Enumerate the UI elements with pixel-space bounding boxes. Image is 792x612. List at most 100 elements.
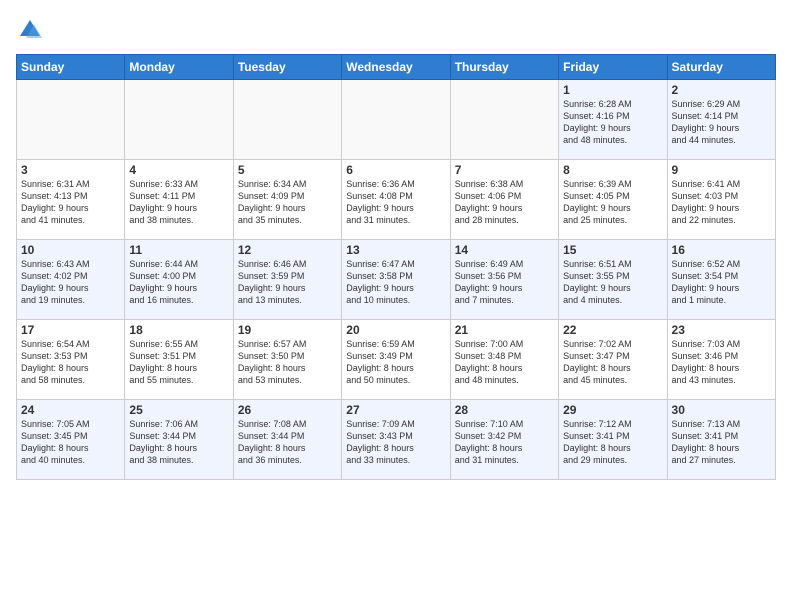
page-container: SundayMondayTuesdayWednesdayThursdayFrid… (0, 0, 792, 488)
day-number: 25 (129, 403, 228, 417)
column-header-saturday: Saturday (667, 55, 775, 80)
calendar-cell: 4Sunrise: 6:33 AM Sunset: 4:11 PM Daylig… (125, 160, 233, 240)
day-info: Sunrise: 6:44 AM Sunset: 4:00 PM Dayligh… (129, 258, 228, 307)
column-header-wednesday: Wednesday (342, 55, 450, 80)
column-header-friday: Friday (559, 55, 667, 80)
day-info: Sunrise: 6:55 AM Sunset: 3:51 PM Dayligh… (129, 338, 228, 387)
day-number: 26 (238, 403, 337, 417)
calendar-cell: 18Sunrise: 6:55 AM Sunset: 3:51 PM Dayli… (125, 320, 233, 400)
calendar-week-row: 3Sunrise: 6:31 AM Sunset: 4:13 PM Daylig… (17, 160, 776, 240)
day-number: 9 (672, 163, 771, 177)
calendar-cell: 26Sunrise: 7:08 AM Sunset: 3:44 PM Dayli… (233, 400, 341, 480)
day-info: Sunrise: 6:52 AM Sunset: 3:54 PM Dayligh… (672, 258, 771, 307)
calendar-cell: 13Sunrise: 6:47 AM Sunset: 3:58 PM Dayli… (342, 240, 450, 320)
day-info: Sunrise: 7:05 AM Sunset: 3:45 PM Dayligh… (21, 418, 120, 467)
day-info: Sunrise: 6:39 AM Sunset: 4:05 PM Dayligh… (563, 178, 662, 227)
calendar-cell (233, 80, 341, 160)
calendar-cell (450, 80, 558, 160)
day-info: Sunrise: 6:46 AM Sunset: 3:59 PM Dayligh… (238, 258, 337, 307)
day-info: Sunrise: 6:31 AM Sunset: 4:13 PM Dayligh… (21, 178, 120, 227)
day-number: 27 (346, 403, 445, 417)
day-info: Sunrise: 7:12 AM Sunset: 3:41 PM Dayligh… (563, 418, 662, 467)
calendar-week-row: 10Sunrise: 6:43 AM Sunset: 4:02 PM Dayli… (17, 240, 776, 320)
day-number: 4 (129, 163, 228, 177)
calendar-cell: 5Sunrise: 6:34 AM Sunset: 4:09 PM Daylig… (233, 160, 341, 240)
day-number: 16 (672, 243, 771, 257)
calendar-cell: 23Sunrise: 7:03 AM Sunset: 3:46 PM Dayli… (667, 320, 775, 400)
calendar-cell: 11Sunrise: 6:44 AM Sunset: 4:00 PM Dayli… (125, 240, 233, 320)
day-info: Sunrise: 7:10 AM Sunset: 3:42 PM Dayligh… (455, 418, 554, 467)
calendar-cell: 28Sunrise: 7:10 AM Sunset: 3:42 PM Dayli… (450, 400, 558, 480)
calendar-week-row: 17Sunrise: 6:54 AM Sunset: 3:53 PM Dayli… (17, 320, 776, 400)
day-number: 3 (21, 163, 120, 177)
day-number: 17 (21, 323, 120, 337)
calendar-cell: 10Sunrise: 6:43 AM Sunset: 4:02 PM Dayli… (17, 240, 125, 320)
calendar-cell: 24Sunrise: 7:05 AM Sunset: 3:45 PM Dayli… (17, 400, 125, 480)
day-number: 6 (346, 163, 445, 177)
day-number: 23 (672, 323, 771, 337)
day-number: 24 (21, 403, 120, 417)
calendar-cell: 25Sunrise: 7:06 AM Sunset: 3:44 PM Dayli… (125, 400, 233, 480)
calendar-cell: 7Sunrise: 6:38 AM Sunset: 4:06 PM Daylig… (450, 160, 558, 240)
calendar-cell: 16Sunrise: 6:52 AM Sunset: 3:54 PM Dayli… (667, 240, 775, 320)
day-info: Sunrise: 6:54 AM Sunset: 3:53 PM Dayligh… (21, 338, 120, 387)
calendar-cell (125, 80, 233, 160)
calendar-cell: 15Sunrise: 6:51 AM Sunset: 3:55 PM Dayli… (559, 240, 667, 320)
calendar-week-row: 1Sunrise: 6:28 AM Sunset: 4:16 PM Daylig… (17, 80, 776, 160)
day-info: Sunrise: 6:59 AM Sunset: 3:49 PM Dayligh… (346, 338, 445, 387)
calendar-cell: 21Sunrise: 7:00 AM Sunset: 3:48 PM Dayli… (450, 320, 558, 400)
calendar-cell (17, 80, 125, 160)
day-info: Sunrise: 6:51 AM Sunset: 3:55 PM Dayligh… (563, 258, 662, 307)
day-number: 12 (238, 243, 337, 257)
calendar-cell: 30Sunrise: 7:13 AM Sunset: 3:41 PM Dayli… (667, 400, 775, 480)
day-number: 13 (346, 243, 445, 257)
day-info: Sunrise: 6:57 AM Sunset: 3:50 PM Dayligh… (238, 338, 337, 387)
day-number: 14 (455, 243, 554, 257)
day-number: 7 (455, 163, 554, 177)
day-info: Sunrise: 6:47 AM Sunset: 3:58 PM Dayligh… (346, 258, 445, 307)
column-header-sunday: Sunday (17, 55, 125, 80)
day-number: 5 (238, 163, 337, 177)
column-header-thursday: Thursday (450, 55, 558, 80)
day-number: 18 (129, 323, 228, 337)
day-info: Sunrise: 6:33 AM Sunset: 4:11 PM Dayligh… (129, 178, 228, 227)
day-info: Sunrise: 7:02 AM Sunset: 3:47 PM Dayligh… (563, 338, 662, 387)
day-info: Sunrise: 7:13 AM Sunset: 3:41 PM Dayligh… (672, 418, 771, 467)
day-info: Sunrise: 6:29 AM Sunset: 4:14 PM Dayligh… (672, 98, 771, 147)
calendar-cell (342, 80, 450, 160)
calendar-cell: 6Sunrise: 6:36 AM Sunset: 4:08 PM Daylig… (342, 160, 450, 240)
day-info: Sunrise: 6:49 AM Sunset: 3:56 PM Dayligh… (455, 258, 554, 307)
day-info: Sunrise: 7:08 AM Sunset: 3:44 PM Dayligh… (238, 418, 337, 467)
day-number: 11 (129, 243, 228, 257)
day-number: 1 (563, 83, 662, 97)
day-number: 22 (563, 323, 662, 337)
day-info: Sunrise: 6:43 AM Sunset: 4:02 PM Dayligh… (21, 258, 120, 307)
page-header (16, 16, 776, 44)
calendar-cell: 2Sunrise: 6:29 AM Sunset: 4:14 PM Daylig… (667, 80, 775, 160)
calendar-cell: 19Sunrise: 6:57 AM Sunset: 3:50 PM Dayli… (233, 320, 341, 400)
calendar-cell: 22Sunrise: 7:02 AM Sunset: 3:47 PM Dayli… (559, 320, 667, 400)
day-number: 21 (455, 323, 554, 337)
day-info: Sunrise: 6:34 AM Sunset: 4:09 PM Dayligh… (238, 178, 337, 227)
calendar-table: SundayMondayTuesdayWednesdayThursdayFrid… (16, 54, 776, 480)
day-number: 15 (563, 243, 662, 257)
column-header-tuesday: Tuesday (233, 55, 341, 80)
day-info: Sunrise: 6:28 AM Sunset: 4:16 PM Dayligh… (563, 98, 662, 147)
calendar-cell: 1Sunrise: 6:28 AM Sunset: 4:16 PM Daylig… (559, 80, 667, 160)
calendar-week-row: 24Sunrise: 7:05 AM Sunset: 3:45 PM Dayli… (17, 400, 776, 480)
logo-icon (16, 16, 44, 44)
logo (16, 16, 48, 44)
day-number: 29 (563, 403, 662, 417)
calendar-cell: 3Sunrise: 6:31 AM Sunset: 4:13 PM Daylig… (17, 160, 125, 240)
calendar-cell: 29Sunrise: 7:12 AM Sunset: 3:41 PM Dayli… (559, 400, 667, 480)
day-info: Sunrise: 7:09 AM Sunset: 3:43 PM Dayligh… (346, 418, 445, 467)
calendar-cell: 12Sunrise: 6:46 AM Sunset: 3:59 PM Dayli… (233, 240, 341, 320)
day-number: 30 (672, 403, 771, 417)
day-info: Sunrise: 6:36 AM Sunset: 4:08 PM Dayligh… (346, 178, 445, 227)
day-info: Sunrise: 7:00 AM Sunset: 3:48 PM Dayligh… (455, 338, 554, 387)
calendar-header-row: SundayMondayTuesdayWednesdayThursdayFrid… (17, 55, 776, 80)
calendar-cell: 14Sunrise: 6:49 AM Sunset: 3:56 PM Dayli… (450, 240, 558, 320)
calendar-cell: 20Sunrise: 6:59 AM Sunset: 3:49 PM Dayli… (342, 320, 450, 400)
calendar-cell: 17Sunrise: 6:54 AM Sunset: 3:53 PM Dayli… (17, 320, 125, 400)
column-header-monday: Monday (125, 55, 233, 80)
